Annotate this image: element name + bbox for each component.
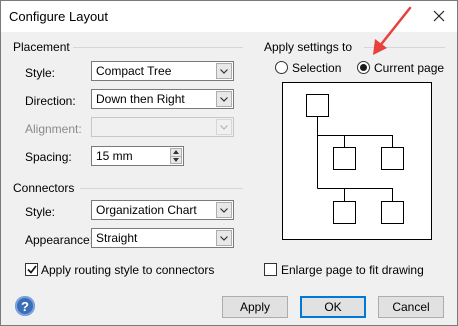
chevron-down-icon xyxy=(216,91,232,107)
connector-style-value: Organization Chart xyxy=(96,203,197,217)
placement-divider xyxy=(73,47,243,48)
help-icon[interactable]: ? xyxy=(15,296,35,316)
dialog-title: Configure Layout xyxy=(9,9,109,24)
appearance-select[interactable]: Straight xyxy=(91,228,234,248)
appearance-label: Appearance: xyxy=(25,233,94,247)
connector-style-select[interactable]: Organization Chart xyxy=(91,200,234,220)
chevron-down-icon xyxy=(216,63,232,79)
placement-style-select[interactable]: Compact Tree xyxy=(91,61,234,81)
cancel-button[interactable]: Cancel xyxy=(378,296,444,318)
appearance-value: Straight xyxy=(96,231,138,245)
close-icon xyxy=(433,10,445,22)
org-chart-preview-icon xyxy=(306,94,404,224)
close-button[interactable] xyxy=(427,5,451,27)
apply-settings-heading: Apply settings to xyxy=(264,40,353,54)
direction-select[interactable]: Down then Right xyxy=(91,89,234,109)
enlarge-page-label[interactable]: Enlarge page to fit drawing xyxy=(281,263,424,277)
placement-heading: Placement xyxy=(13,40,70,54)
spacing-label: Spacing: xyxy=(25,150,72,164)
chevron-down-icon xyxy=(216,202,232,218)
direction-label: Direction: xyxy=(25,94,76,108)
connectors-heading: Connectors xyxy=(13,181,75,195)
selection-radio-label[interactable]: Selection xyxy=(292,61,341,75)
layout-preview xyxy=(282,82,432,240)
spacing-value: 15 mm xyxy=(96,149,133,163)
apply-button[interactable]: Apply xyxy=(222,296,288,318)
spacing-spinbox[interactable]: 15 mm xyxy=(91,146,184,166)
connectors-divider xyxy=(80,188,243,189)
current-page-radio-label[interactable]: Current page xyxy=(374,61,444,75)
chevron-down-icon xyxy=(216,119,232,135)
alignment-select[interactable] xyxy=(91,117,234,137)
radio-selected-dot xyxy=(360,64,367,71)
ok-button[interactable]: OK xyxy=(300,296,366,318)
apply-routing-label[interactable]: Apply routing style to connectors xyxy=(41,263,214,277)
enlarge-page-checkbox[interactable] xyxy=(264,263,277,276)
direction-value: Down then Right xyxy=(96,92,185,106)
placement-style-value: Compact Tree xyxy=(96,64,172,78)
annotation-arrow-icon xyxy=(373,6,412,55)
chevron-down-icon xyxy=(216,230,232,246)
spin-arrows[interactable] xyxy=(170,148,182,164)
spin-down-icon[interactable] xyxy=(171,156,181,163)
configure-layout-dialog: Configure Layout Placement Style: Compac… xyxy=(0,0,458,326)
placement-style-label: Style: xyxy=(25,66,56,80)
selection-radio[interactable] xyxy=(275,61,288,74)
checkmark-icon xyxy=(26,265,37,274)
alignment-label: Alignment: xyxy=(25,122,82,136)
current-page-radio[interactable] xyxy=(357,61,370,74)
connector-style-label: Style: xyxy=(25,205,56,219)
spin-up-icon[interactable] xyxy=(171,149,181,157)
apply-routing-checkbox[interactable] xyxy=(25,263,38,276)
